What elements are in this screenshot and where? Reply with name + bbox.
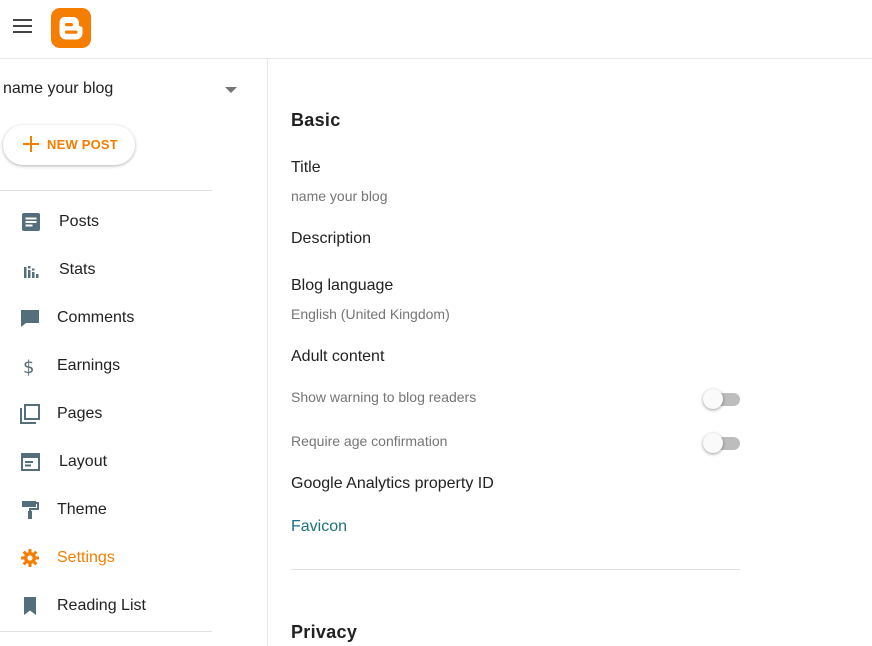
privacy-section-heading: Privacy [291, 622, 358, 642]
plus-icon [23, 136, 39, 152]
blog-language-setting[interactable]: Blog language [291, 277, 393, 295]
basic-section-heading: Basic [291, 110, 341, 130]
adult-content-heading: Adult content [291, 348, 385, 365]
sidebar-item-layout[interactable]: Layout [0, 442, 240, 482]
sidebar-divider [0, 190, 212, 191]
pages-icon [20, 404, 40, 424]
google-analytics-setting[interactable]: Google Analytics property ID [291, 475, 494, 493]
blogger-logo-icon[interactable] [51, 8, 91, 48]
sidebar-item-label: Theme [57, 501, 107, 518]
age-confirmation-toggle[interactable] [703, 433, 741, 453]
hamburger-menu-icon[interactable] [10, 14, 36, 40]
description-setting[interactable]: Description [291, 230, 371, 248]
sidebar-item-label: Pages [57, 405, 103, 422]
sidebar-item-settings[interactable]: Settings [0, 538, 240, 578]
blog-selector[interactable]: name your blog [3, 79, 243, 101]
sidebar-item-earnings[interactable]: $ Earnings [0, 346, 240, 386]
sidebar-divider [0, 631, 212, 632]
show-warning-label: Show warning to blog readers [291, 389, 477, 405]
sidebar: name your blog NEW POST Posts Stats Comm… [0, 59, 268, 646]
svg-text:$: $ [23, 357, 34, 376]
favicon-link[interactable]: Favicon [291, 518, 347, 536]
sidebar-item-stats[interactable]: Stats [0, 250, 240, 290]
sidebar-item-label: Posts [59, 213, 100, 230]
blog-selector-label: name your blog [3, 80, 114, 97]
section-divider [291, 569, 740, 570]
title-value: name your blog [291, 188, 388, 204]
sidebar-item-label: Stats [59, 261, 96, 278]
settings-panel: Basic Title name your blog Description B… [291, 59, 751, 646]
sidebar-item-label: Earnings [57, 357, 121, 374]
toggle-thumb [703, 433, 723, 453]
sidebar-item-theme[interactable]: Theme [0, 490, 240, 530]
comments-icon [20, 308, 40, 328]
posts-icon [20, 212, 40, 232]
dollar-icon: $ [20, 356, 40, 378]
stats-icon [20, 260, 40, 280]
show-warning-toggle[interactable] [703, 389, 741, 409]
sidebar-item-comments[interactable]: Comments [0, 298, 240, 338]
sidebar-item-label: Settings [57, 549, 115, 566]
layout-icon [20, 452, 40, 472]
sidebar-item-label: Layout [59, 453, 108, 470]
new-post-button[interactable]: NEW POST [3, 125, 135, 165]
blog-language-value: English (United Kingdom) [291, 306, 450, 322]
sidebar-item-posts[interactable]: Posts [0, 202, 240, 242]
bookmark-icon [20, 596, 40, 616]
sidebar-item-label: Comments [57, 309, 135, 326]
top-bar [0, 0, 872, 59]
sidebar-item-label: Reading List [57, 597, 146, 614]
gear-icon [20, 548, 40, 568]
chevron-down-icon [225, 87, 237, 93]
sidebar-item-reading-list[interactable]: Reading List [0, 586, 240, 626]
paint-roller-icon [20, 500, 40, 520]
new-post-label: NEW POST [47, 137, 118, 152]
title-setting[interactable]: Title [291, 159, 321, 177]
toggle-thumb [703, 389, 723, 409]
sidebar-item-pages[interactable]: Pages [0, 394, 240, 434]
age-confirmation-label: Require age confirmation [291, 433, 448, 449]
